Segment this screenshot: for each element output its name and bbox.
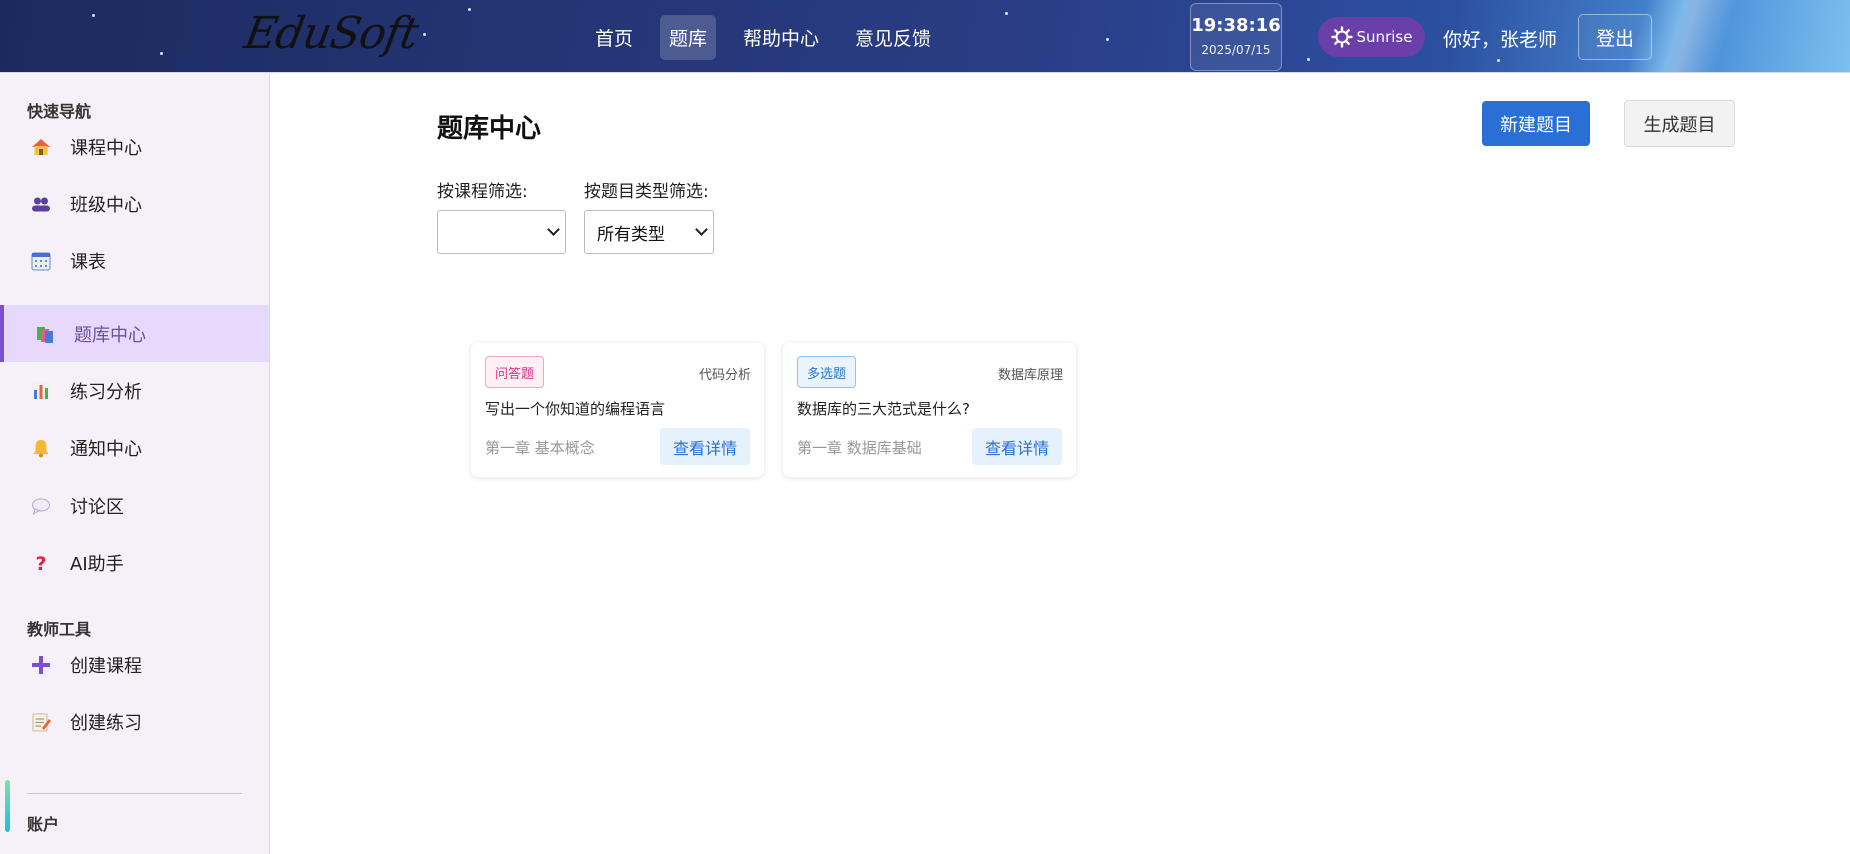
clock-widget: 19:38:16 2025/07/15 xyxy=(1190,3,1282,71)
generate-question-button[interactable]: 生成题目 xyxy=(1624,100,1735,147)
top-header: EduSoft 首页 题库 帮助中心 意见反馈 19:38:16 2025/07… xyxy=(0,0,1850,73)
question-icon: ? xyxy=(29,551,53,575)
question-text: 数据库的三大范式是什么? xyxy=(797,400,970,418)
chevron-down-icon xyxy=(547,223,560,236)
star-decoration xyxy=(468,8,471,11)
filter-type-label: 按题目类型筛选: xyxy=(584,182,709,202)
clock-date: 2025/07/15 xyxy=(1201,43,1271,57)
scroll-indicator[interactable] xyxy=(5,780,10,832)
sidebar-item-label: 练习分析 xyxy=(70,381,142,403)
sidebar-item-discussion[interactable]: 讨论区 xyxy=(0,477,269,534)
sidebar-item-ai-assistant[interactable]: ? AI助手 xyxy=(0,534,269,591)
sidebar-item-question-bank[interactable]: 题库中心 xyxy=(0,305,269,362)
question-card[interactable]: 多选题 数据库原理 数据库的三大范式是什么? 第一章 数据库基础 查看详情 xyxy=(783,343,1076,477)
sidebar-item-label: 班级中心 xyxy=(70,194,142,216)
app-logo[interactable]: EduSoft xyxy=(241,8,422,59)
sidebar-item-label: 讨论区 xyxy=(70,496,124,518)
nav-help-center[interactable]: 帮助中心 xyxy=(734,15,828,60)
sidebar-item-label: 创建课程 xyxy=(70,655,142,677)
svg-text:?: ? xyxy=(35,553,46,574)
sidebar-item-create-practice[interactable]: 创建练习 xyxy=(0,693,269,750)
sidebar-item-label: 课表 xyxy=(70,251,106,273)
star-decoration xyxy=(423,33,426,36)
question-card[interactable]: 问答题 代码分析 写出一个你知道的编程语言 第一章 基本概念 查看详情 xyxy=(471,343,764,477)
type-filter-value: 所有类型 xyxy=(597,224,665,245)
house-icon xyxy=(29,135,53,159)
memo-icon xyxy=(29,710,53,734)
question-course: 代码分析 xyxy=(698,368,751,383)
star-decoration xyxy=(1005,12,1008,15)
question-type-badge: 多选题 xyxy=(797,356,857,388)
filter-course-label: 按课程筛选: xyxy=(437,182,528,202)
sidebar-item-label: 通知中心 xyxy=(70,438,142,460)
clock-time: 19:38:16 xyxy=(1191,15,1281,36)
page-title: 题库中心 xyxy=(437,114,542,144)
sidebar-item-course-center[interactable]: 课程中心 xyxy=(0,118,269,175)
sidebar-divider xyxy=(27,793,242,794)
sidebar-item-schedule[interactable]: 课表 xyxy=(0,232,269,289)
question-text: 写出一个你知道的编程语言 xyxy=(485,400,666,418)
calendar-icon xyxy=(29,249,53,273)
user-greeting: 你好，张老师 xyxy=(1443,29,1558,51)
question-type-badge: 问答题 xyxy=(485,356,545,388)
star-decoration xyxy=(160,52,163,55)
books-icon xyxy=(33,322,57,346)
course-filter-select[interactable] xyxy=(437,210,566,254)
question-chapter: 第一章 基本概念 xyxy=(485,439,595,457)
new-question-button[interactable]: 新建题目 xyxy=(1482,101,1590,146)
star-decoration xyxy=(1497,59,1500,62)
star-decoration xyxy=(1106,38,1109,41)
bell-icon xyxy=(29,436,53,460)
chevron-down-icon xyxy=(695,223,708,236)
plus-icon xyxy=(29,653,53,677)
sun-gear-icon xyxy=(1330,26,1353,48)
users-icon xyxy=(29,192,53,216)
sidebar-item-create-course[interactable]: 创建课程 xyxy=(0,636,269,693)
top-nav: 首页 题库 帮助中心 意见反馈 xyxy=(586,15,940,60)
sidebar-item-label: 题库中心 xyxy=(74,324,146,346)
view-details-button[interactable]: 查看详情 xyxy=(972,428,1062,465)
star-decoration xyxy=(92,14,95,17)
sidebar-item-notification-center[interactable]: 通知中心 xyxy=(0,419,269,476)
type-filter-select[interactable]: 所有类型 xyxy=(584,210,714,254)
nav-home[interactable]: 首页 xyxy=(586,15,642,60)
sidebar-item-label: 创建练习 xyxy=(70,712,142,734)
nav-question-bank[interactable]: 题库 xyxy=(660,15,717,60)
view-details-button[interactable]: 查看详情 xyxy=(660,428,750,465)
speech-bubble-icon xyxy=(29,494,53,518)
sidebar-item-practice-analysis[interactable]: 练习分析 xyxy=(0,362,269,419)
logout-button[interactable]: 登出 xyxy=(1578,14,1652,60)
theme-label: Sunrise xyxy=(1356,28,1413,46)
account-title: 账户 xyxy=(27,815,60,834)
sidebar-item-label: AI助手 xyxy=(70,553,124,575)
star-decoration xyxy=(1307,58,1310,61)
bar-chart-icon xyxy=(29,379,53,403)
nav-feedback[interactable]: 意见反馈 xyxy=(846,15,940,60)
sidebar-item-label: 课程中心 xyxy=(70,137,142,159)
question-chapter: 第一章 数据库基础 xyxy=(797,439,922,457)
question-course: 数据库原理 xyxy=(997,368,1063,383)
sidebar: 快速导航 课程中心 班级中心 课表 题库中心 练习分析 通知中心 讨论区 ? A… xyxy=(0,73,270,854)
theme-toggle-button[interactable]: Sunrise xyxy=(1318,17,1425,57)
sidebar-item-class-center[interactable]: 班级中心 xyxy=(0,175,269,232)
